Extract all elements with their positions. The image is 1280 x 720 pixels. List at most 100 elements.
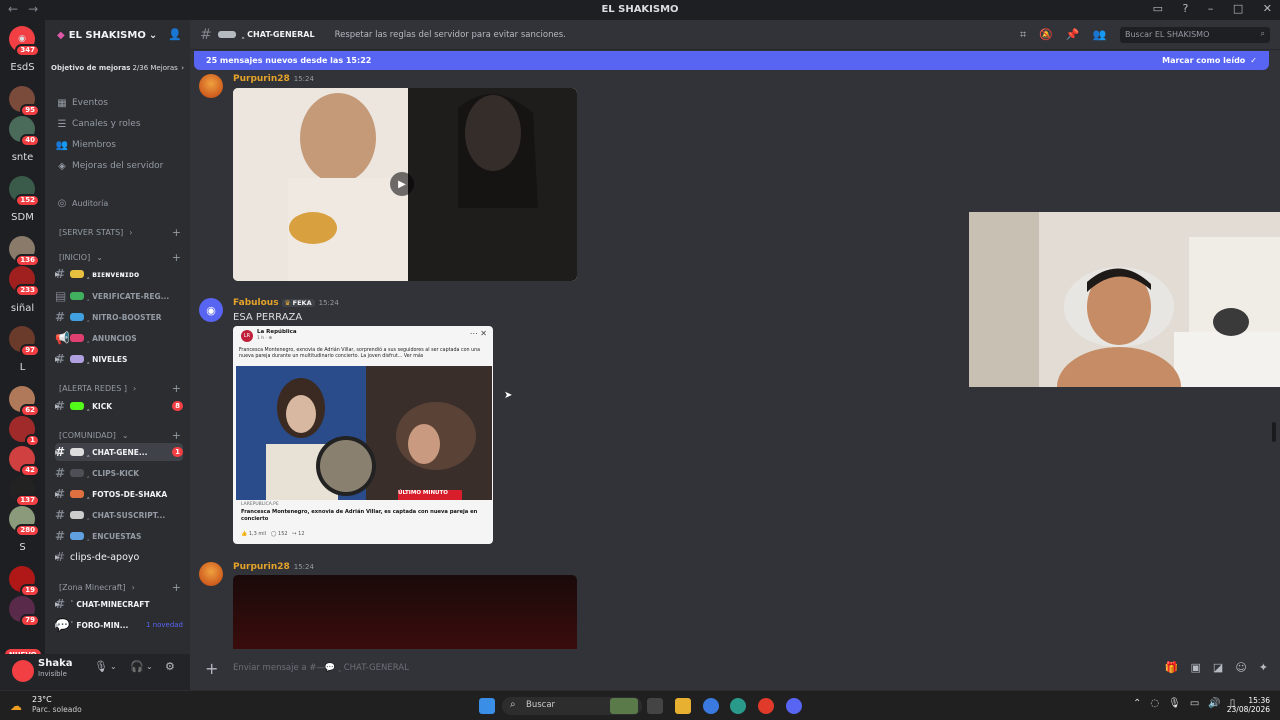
- channel-chat-suscript[interactable]: # ꞈ CHAT-SUSCRIPT...: [55, 506, 183, 524]
- clock[interactable]: 15:36 23/08/2026: [1227, 696, 1270, 714]
- channel-clips-de-apoyo[interactable]: ▶ # clips-de-apoyo: [55, 548, 183, 566]
- category-comunidad[interactable]: [COMUNIDAD] ⌄ +: [59, 429, 181, 442]
- minimize-icon[interactable]: –: [1208, 2, 1214, 15]
- server-icon-3[interactable]: 40: [9, 116, 40, 147]
- weather-widget[interactable]: ☁ 23°C Parc. soleado: [10, 695, 82, 714]
- scrollbar-thumb[interactable]: [1272, 422, 1276, 442]
- server-icon-5[interactable]: 152: [9, 176, 40, 207]
- server-icon-10[interactable]: 97: [9, 326, 40, 357]
- chevron-down-icon[interactable]: ⌄: [146, 662, 153, 671]
- invite-people-icon[interactable]: 👤: [168, 28, 182, 41]
- channel-nitro[interactable]: # ꞈ NITRO-BOOSTER: [55, 308, 183, 326]
- channel-encuestas[interactable]: # ꞈ ENCUESTAS: [55, 527, 183, 545]
- add-channel-icon[interactable]: +: [172, 251, 181, 264]
- server-icon-14[interactable]: 42: [9, 446, 40, 477]
- add-channel-icon[interactable]: +: [172, 382, 181, 395]
- widget-icon[interactable]: [610, 698, 638, 714]
- channel-topic[interactable]: Respetar las reglas del servidor para ev…: [335, 30, 566, 40]
- channel-clips-kick[interactable]: # ꞈ CLIPS-KICK: [55, 464, 183, 482]
- member-list-icon[interactable]: 👥: [1093, 28, 1107, 41]
- network-icon[interactable]: ▭: [1190, 698, 1199, 709]
- server-icon-18[interactable]: 19: [9, 566, 40, 597]
- threads-icon[interactable]: ⌗: [1020, 28, 1026, 41]
- server-sinal[interactable]: siñal: [0, 303, 45, 314]
- video-attachment[interactable]: [233, 575, 577, 649]
- category-alerta-redes[interactable]: [ALERTA REDES ] › +: [59, 382, 181, 395]
- server-icon-7[interactable]: 136: [9, 236, 40, 267]
- emoji-picker-icon[interactable]: ☺: [1235, 661, 1246, 674]
- search-input[interactable]: Buscar EL SHAKISMO ⌕: [1120, 27, 1270, 43]
- server-esds[interactable]: EsdS: [0, 62, 45, 73]
- add-attachment-icon[interactable]: +: [205, 659, 218, 678]
- tray-app-icon[interactable]: ◌: [1150, 698, 1159, 709]
- channel-verificate[interactable]: ▤ ꞈ VERIFICATE-REG...: [55, 287, 183, 305]
- menu-audit[interactable]: ◎ Auditoría: [55, 194, 185, 212]
- message-input[interactable]: Enviar mensaje a #—💬 ꞈ CHAT-GENERAL: [233, 662, 409, 673]
- menu-channels-roles[interactable]: ☰ Canales y roles: [55, 115, 185, 133]
- server-icon-8[interactable]: 233: [9, 266, 40, 297]
- add-channel-icon[interactable]: +: [172, 581, 181, 594]
- category-server-stats[interactable]: [SERVER STATS] › +: [59, 226, 181, 239]
- gif-icon[interactable]: ▣: [1191, 661, 1201, 674]
- home-button[interactable]: ◉ 347: [9, 26, 40, 57]
- channel-foro-minecraft[interactable]: ▶ 💬 ˙ FORO-MIN... 1 novedad: [55, 616, 183, 634]
- task-view-icon[interactable]: [647, 698, 663, 714]
- pin-icon[interactable]: 📌: [1066, 28, 1080, 41]
- start-button[interactable]: [479, 698, 495, 714]
- menu-members[interactable]: 👥 Miembros: [55, 136, 185, 154]
- channel-bienvenido[interactable]: ▶ # ꞈ ʙɪᴇɴᴠᴇɴɪᴅᴏ: [55, 265, 183, 283]
- sticker-icon[interactable]: ◪: [1213, 661, 1223, 674]
- gift-icon[interactable]: 🎁: [1165, 661, 1179, 674]
- mark-as-read-button[interactable]: Marcar como leído: [1162, 56, 1245, 65]
- category-zona-minecraft[interactable]: [Zona Minecraft] › +: [59, 581, 181, 594]
- message-author[interactable]: Purpurin28 15:24: [233, 74, 314, 84]
- avatar[interactable]: ◉: [199, 298, 223, 322]
- maximize-icon[interactable]: □: [1233, 2, 1243, 15]
- message-author[interactable]: Purpurin28 15:24: [233, 562, 314, 572]
- edge-icon[interactable]: [730, 698, 746, 714]
- mic-tray-icon[interactable]: 🎙: [1168, 698, 1181, 709]
- menu-events[interactable]: ▦ Eventos: [55, 94, 185, 112]
- server-l[interactable]: L: [0, 362, 45, 373]
- channel-chat-general[interactable]: ▶ # ꞈ CHAT-GENE... 1: [55, 443, 183, 461]
- channel-anuncios[interactable]: 📢 ꞈ ANUNCIOS: [55, 329, 183, 347]
- chevron-down-icon[interactable]: ⌄: [110, 662, 117, 671]
- microphone-icon[interactable]: 🎙: [94, 660, 108, 673]
- chrome-icon[interactable]: [758, 698, 774, 714]
- server-icon-13[interactable]: 1: [9, 416, 40, 447]
- discord-taskbar-icon[interactable]: [786, 698, 802, 714]
- avatar[interactable]: [199, 74, 223, 98]
- play-icon[interactable]: ▶: [390, 172, 414, 196]
- file-explorer-icon[interactable]: [675, 698, 691, 714]
- server-s[interactable]: S: [0, 542, 45, 553]
- new-messages-bar[interactable]: 25 mensajes nuevos desde las 15:22 Marca…: [194, 51, 1269, 70]
- server-icon-15[interactable]: 137: [9, 476, 40, 507]
- category-inicio[interactable]: [INICIO] ⌄ +: [59, 251, 181, 264]
- channel-kick[interactable]: ▶ # ꞈ KICK 8: [55, 397, 183, 415]
- gear-icon[interactable]: ⚙: [165, 660, 175, 673]
- username[interactable]: Shaka: [38, 658, 72, 669]
- video-attachment[interactable]: ▶: [233, 88, 577, 281]
- close-icon[interactable]: ✕: [1263, 2, 1272, 15]
- inbox-icon[interactable]: ▭: [1153, 2, 1163, 15]
- message-author[interactable]: Fabulous ♛ FEKA 15:24: [233, 298, 339, 308]
- apps-icon[interactable]: ✦: [1259, 661, 1268, 674]
- image-attachment[interactable]: LR La República 1 h · ⊕ ⋯ ✕ Francesca Mo…: [233, 326, 493, 544]
- add-channel-icon[interactable]: +: [172, 429, 181, 442]
- boost-goal[interactable]: Objetivo de mejoras 2/36 Mejoras ›: [51, 60, 184, 76]
- menu-server-boosts[interactable]: ◈ Mejoras del servidor: [55, 157, 185, 175]
- headphones-icon[interactable]: 🎧: [130, 660, 144, 673]
- copilot-icon[interactable]: [703, 698, 719, 714]
- channel-niveles[interactable]: ▶ # ꞈ NIVELES: [55, 350, 183, 368]
- server-header[interactable]: ◆ EL SHAKISMO ⌄ 👤: [45, 20, 190, 50]
- server-sdm[interactable]: SDM: [0, 212, 45, 223]
- avatar[interactable]: [199, 562, 223, 586]
- volume-icon[interactable]: 🔊: [1208, 698, 1220, 709]
- chevron-up-icon[interactable]: ⌃: [1133, 698, 1141, 709]
- server-icon-2[interactable]: 95: [9, 86, 40, 117]
- add-channel-icon[interactable]: +: [172, 226, 181, 239]
- help-icon[interactable]: ?: [1183, 2, 1189, 15]
- avatar[interactable]: [12, 660, 34, 682]
- channel-chat-minecraft[interactable]: ▶ # ˙ CHAT-MINECRAFT: [55, 595, 183, 613]
- server-icon-12[interactable]: 62: [9, 386, 40, 417]
